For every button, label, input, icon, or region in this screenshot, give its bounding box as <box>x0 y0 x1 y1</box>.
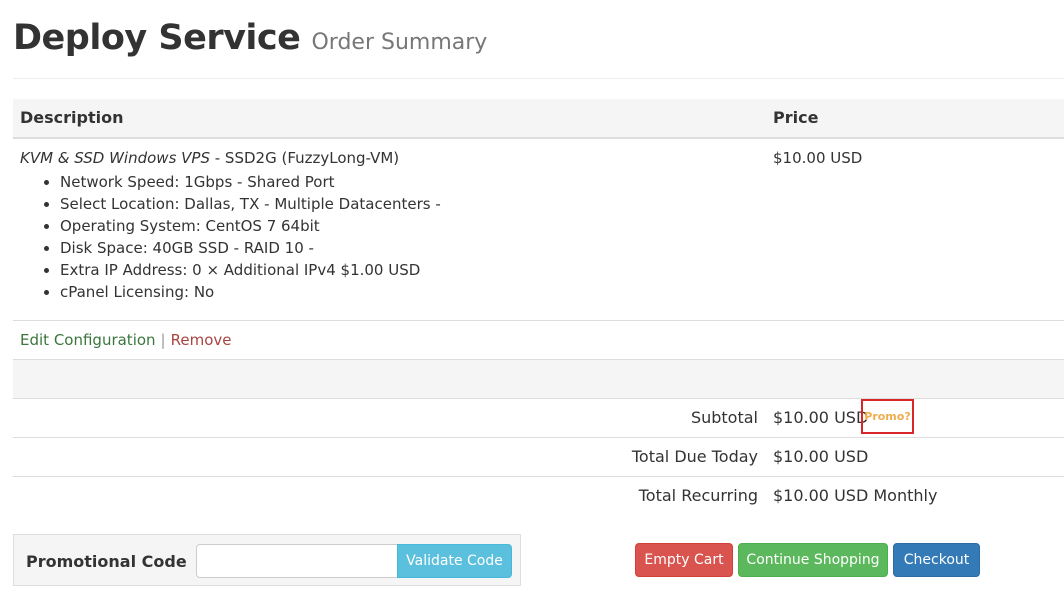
continue-shopping-button[interactable]: Continue Shopping <box>738 543 888 577</box>
separator: | <box>160 331 166 349</box>
total-recurring-row: Total Recurring $10.00 USD Monthly <box>13 477 1064 515</box>
page-header: Deploy Service Order Summary <box>13 18 1064 79</box>
subtotal-label: Subtotal <box>690 408 758 427</box>
promo-code-panel: Promotional Code Validate Code <box>13 534 521 586</box>
table-row: KVM & SSD Windows VPS - SSD2G (FuzzyLong… <box>13 139 1064 321</box>
product-title: KVM & SSD Windows VPS - SSD2G (FuzzyLong… <box>20 149 399 167</box>
list-item: Disk Space: 40GB SSD - RAID 10 - <box>60 237 441 259</box>
item-actions-row: Edit Configuration | Remove <box>13 321 1064 360</box>
product-price: $10.00 USD <box>773 149 863 167</box>
remove-link[interactable]: Remove <box>171 331 232 349</box>
subtotal-row: Subtotal $10.00 USD Promo? <box>13 399 1064 438</box>
product-options: Network Speed: 1Gbps - Shared Port Selec… <box>60 171 441 303</box>
page-title: Deploy Service <box>13 18 301 58</box>
list-item: Extra IP Address: 0 × Additional IPv4 $1… <box>60 259 441 281</box>
total-due-today-row: Total Due Today $10.00 USD <box>13 438 1064 477</box>
total-due-today-label: Total Due Today <box>631 447 758 466</box>
total-recurring-label: Total Recurring <box>638 486 758 505</box>
table-header: Description Price <box>13 99 1064 139</box>
subtotal-value: $10.00 USD <box>773 408 869 427</box>
product-name: KVM & SSD Windows VPS <box>20 149 210 167</box>
checkout-button[interactable]: Checkout <box>893 543 980 577</box>
list-item: Network Speed: 1Gbps - Shared Port <box>60 171 441 193</box>
product-detail: - SSD2G (FuzzyLong-VM) <box>209 149 400 167</box>
promo-code-label: Promotional Code <box>26 552 187 571</box>
total-recurring-value: $10.00 USD Monthly <box>773 486 938 505</box>
total-due-today-value: $10.00 USD <box>773 447 869 466</box>
edit-configuration-link[interactable]: Edit Configuration <box>20 331 156 349</box>
list-item: Select Location: Dallas, TX - Multiple D… <box>60 193 441 215</box>
promo-link[interactable]: Promo? <box>861 399 914 434</box>
column-header-description: Description <box>20 108 124 127</box>
page-subtitle: Order Summary <box>311 30 488 55</box>
list-item: Operating System: CentOS 7 64bit <box>60 215 441 237</box>
list-item: cPanel Licensing: No <box>60 281 441 303</box>
empty-cart-button[interactable]: Empty Cart <box>635 543 733 577</box>
spacer-row <box>13 360 1064 399</box>
cart-table: Description Price KVM & SSD Windows VPS … <box>13 99 1064 515</box>
validate-code-button[interactable]: Validate Code <box>397 544 512 578</box>
column-header-price: Price <box>773 108 819 127</box>
promo-code-input[interactable] <box>196 544 398 578</box>
